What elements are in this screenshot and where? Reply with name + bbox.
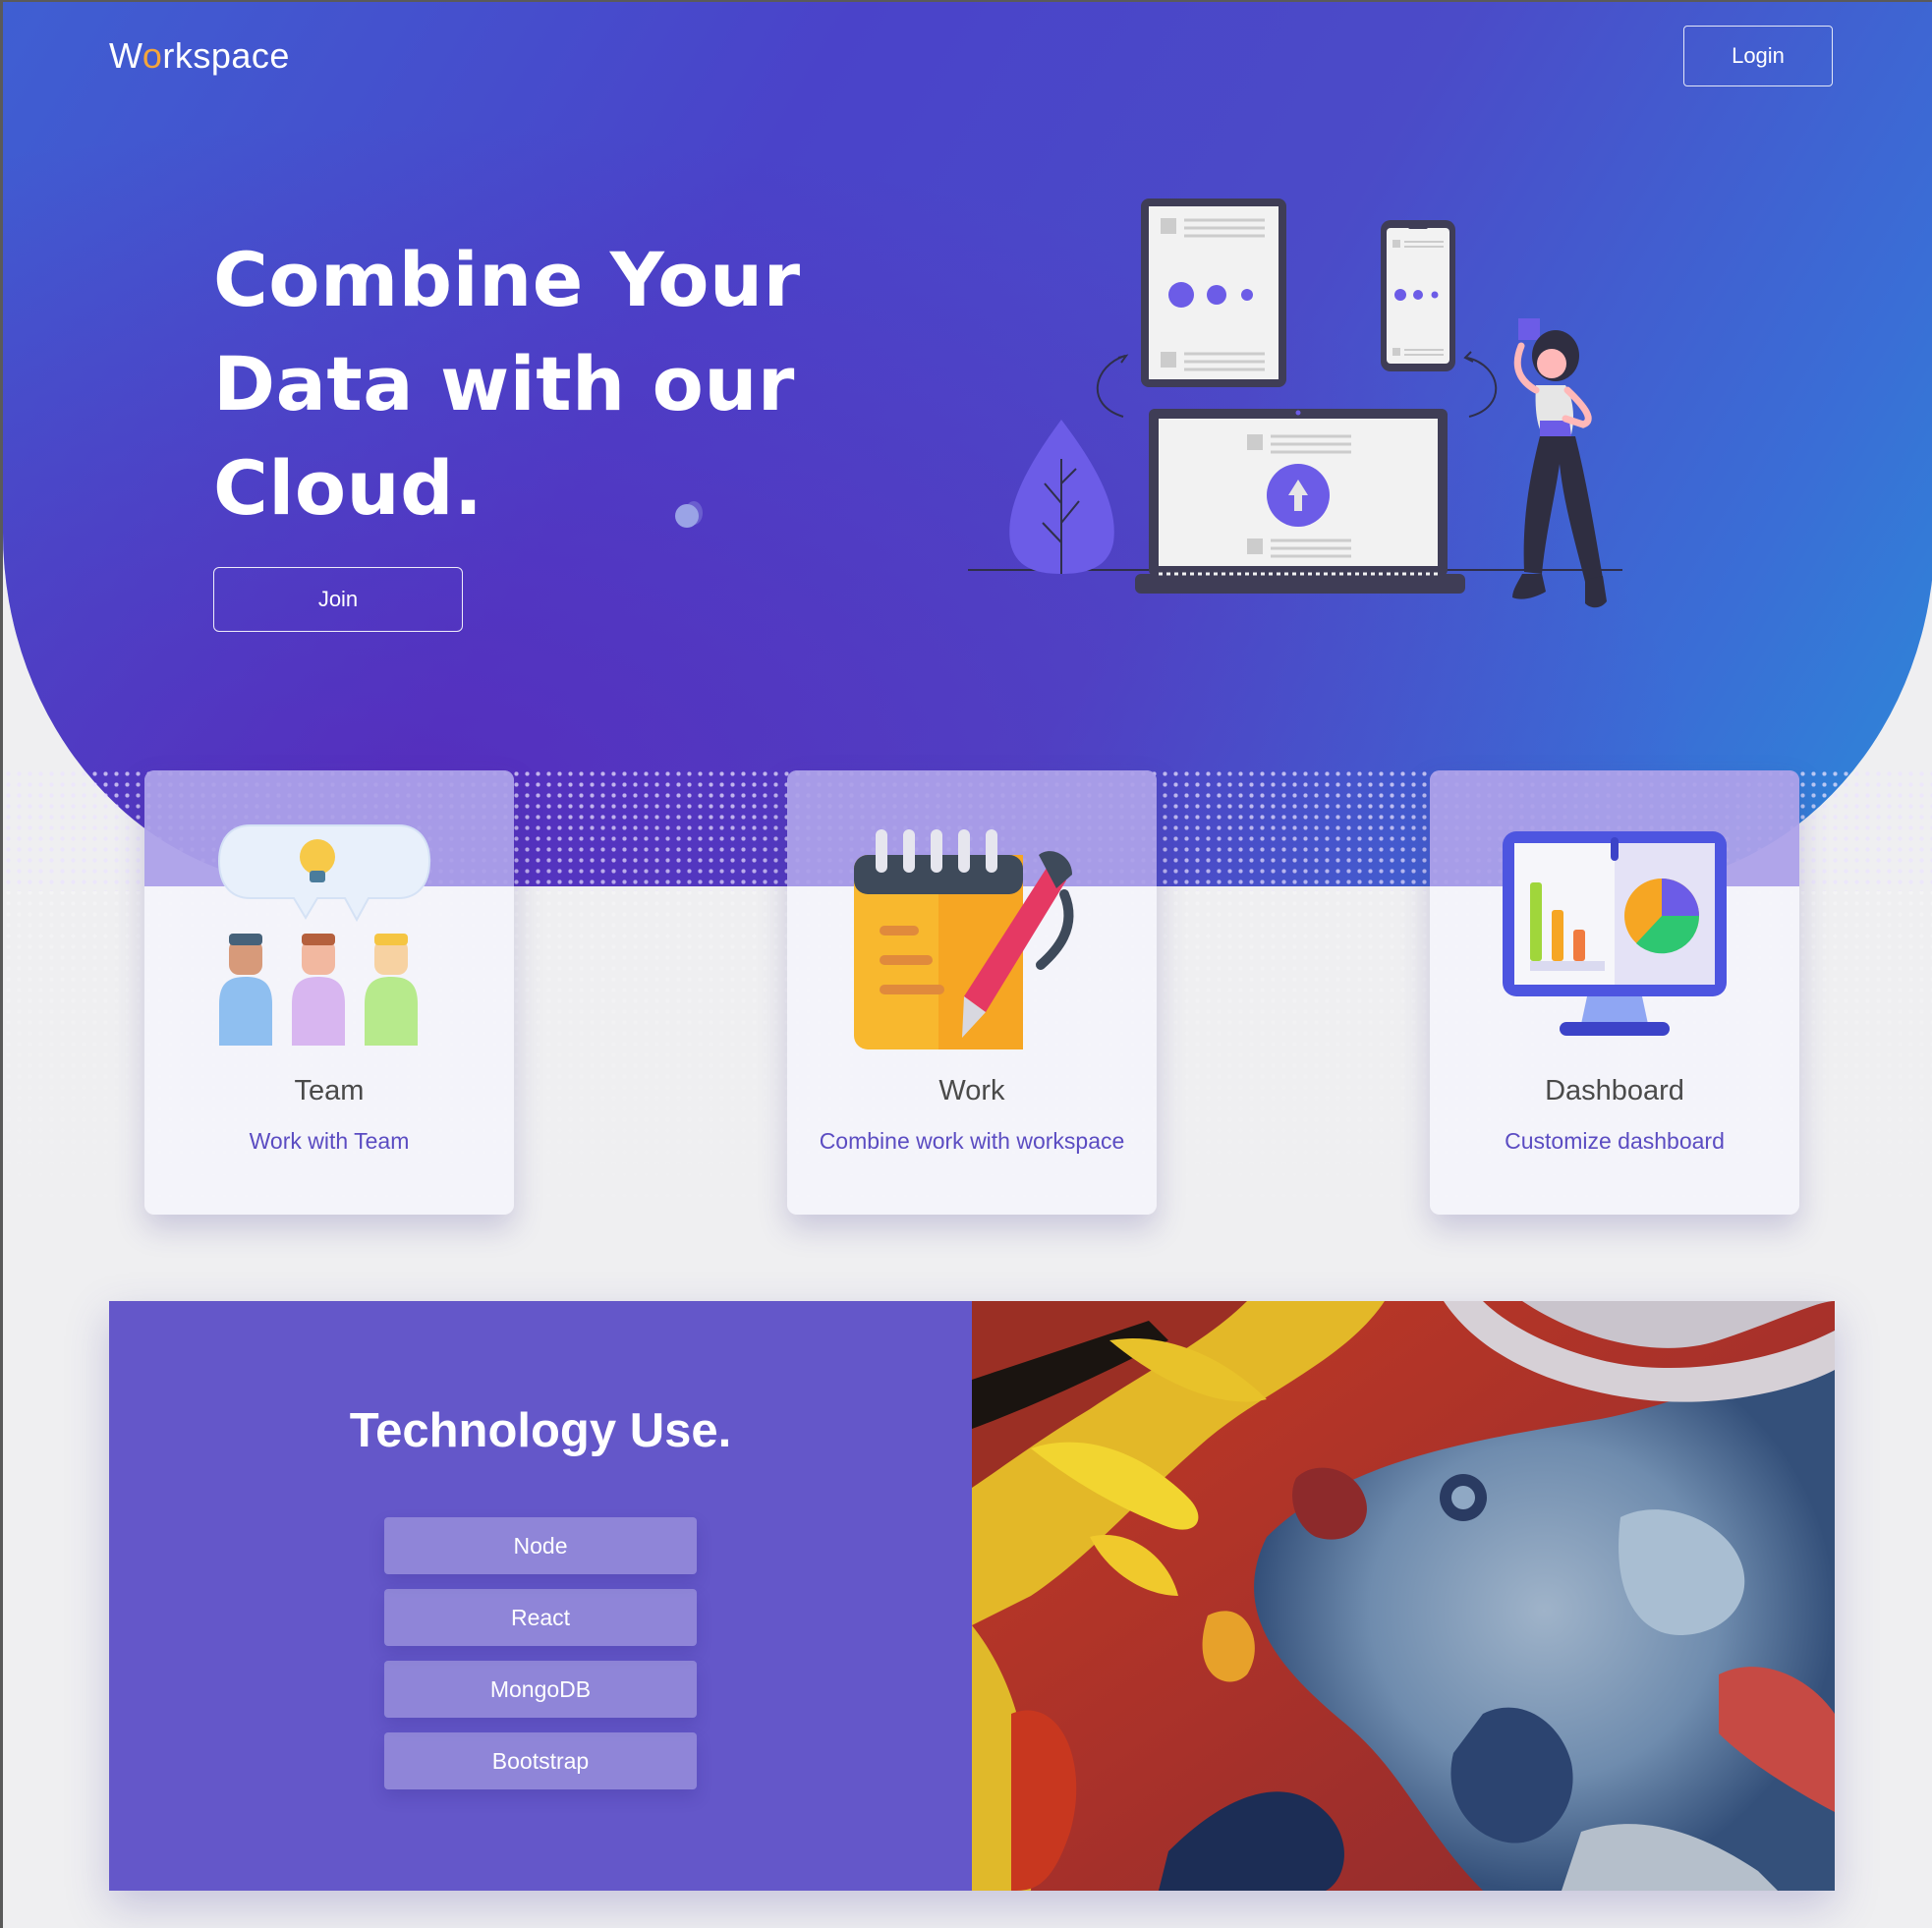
tech-item-mongodb[interactable]: MongoDB [384, 1661, 697, 1718]
notepad-pen-icon [854, 829, 1074, 1049]
decorative-dot [675, 501, 703, 528]
card-title: Dashboard [1545, 1075, 1684, 1106]
brand-accent-letter: o [142, 35, 163, 76]
card-subtitle[interactable]: Combine work with workspace [787, 1128, 1157, 1155]
hero-headline: Combine Your Data with our Cloud. [213, 228, 842, 540]
brand-prefix: W [109, 35, 142, 76]
cloud-upload-illustration [968, 198, 1622, 608]
join-button[interactable]: Join [213, 567, 463, 632]
headline-line-3: Cloud. [213, 444, 483, 532]
brand-logo[interactable]: Workspace [109, 35, 290, 77]
feature-card-dashboard[interactable]: Dashboard Customize dashboard [1430, 770, 1799, 1215]
tech-item-node[interactable]: Node [384, 1517, 697, 1574]
technology-section: Technology Use. Node React MongoDB Boots… [109, 1301, 1835, 1891]
card-title: Work [938, 1075, 1005, 1106]
card-subtitle[interactable]: Customize dashboard [1430, 1128, 1799, 1155]
tech-item-bootstrap[interactable]: Bootstrap [384, 1732, 697, 1789]
feature-card-team[interactable]: Team Work with Team [144, 770, 514, 1215]
technology-panel: Technology Use. Node React MongoDB Boots… [109, 1301, 972, 1891]
dashboard-monitor-icon [1503, 831, 1727, 1036]
abstract-fluid-art-image [972, 1301, 1835, 1891]
technology-title: Technology Use. [349, 1404, 732, 1457]
login-button[interactable]: Login [1683, 26, 1833, 86]
feature-card-work[interactable]: Work Combine work with workspace [787, 770, 1157, 1215]
headline-line-1: Combine Your [213, 236, 801, 323]
headline-line-2: Data with our [213, 340, 795, 427]
brand-suffix: rkspace [162, 35, 290, 76]
card-title: Team [294, 1075, 365, 1106]
tech-item-react[interactable]: React [384, 1589, 697, 1646]
team-icon [217, 824, 431, 1046]
card-subtitle[interactable]: Work with Team [144, 1128, 514, 1155]
